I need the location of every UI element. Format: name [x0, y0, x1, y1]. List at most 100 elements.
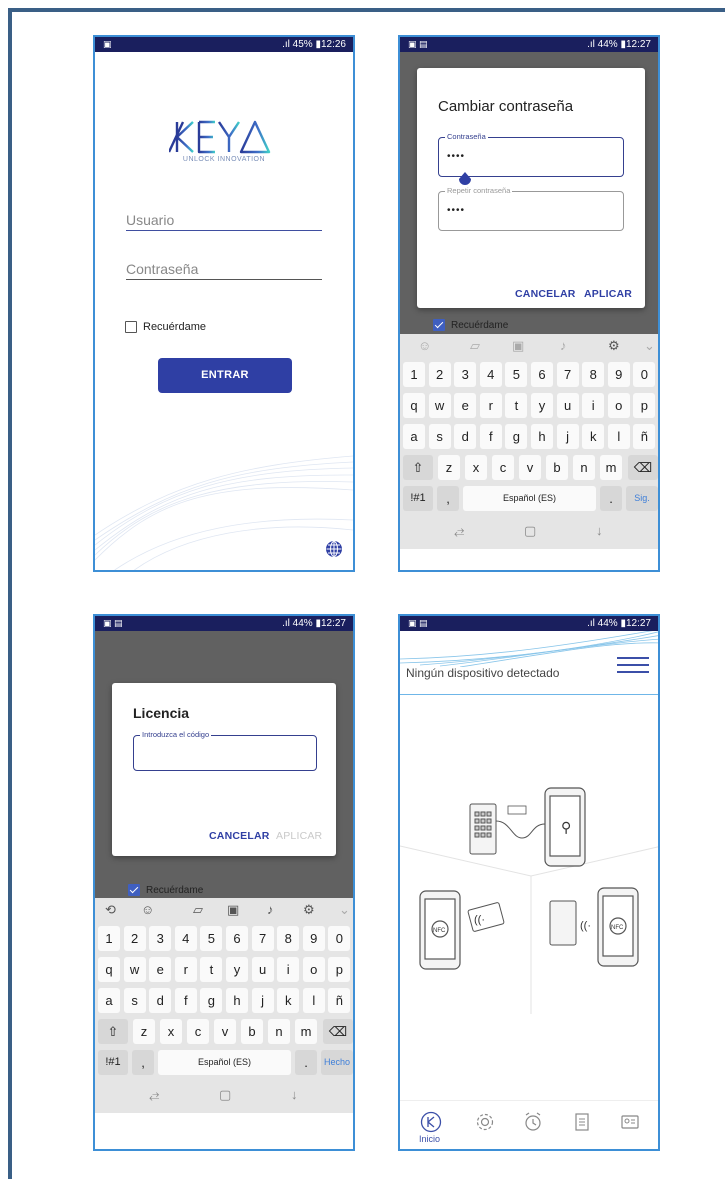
key-e[interactable]: e — [454, 393, 477, 418]
shift-key[interactable]: ⇧ — [403, 455, 433, 480]
key-q[interactable]: q — [98, 957, 120, 982]
remember-checkbox[interactable] — [128, 884, 140, 896]
tab-home-label[interactable]: Inicio — [419, 1134, 440, 1144]
emoji-icon[interactable]: ☺ — [418, 338, 431, 353]
comma-key[interactable]: , — [437, 486, 459, 511]
home-square-icon[interactable]: ▢ — [524, 523, 536, 539]
cursor-handle-icon[interactable] — [458, 172, 472, 186]
remember-checkbox[interactable] — [433, 319, 445, 331]
key-n[interactable]: n — [573, 455, 595, 480]
key-i[interactable]: i — [582, 393, 605, 418]
key-v[interactable]: v — [519, 455, 541, 480]
key-s[interactable]: s — [123, 988, 146, 1013]
key-2[interactable]: 2 — [428, 362, 451, 387]
key-v[interactable]: v — [214, 1019, 236, 1044]
key-u[interactable]: u — [556, 393, 579, 418]
key-1[interactable]: 1 — [403, 362, 425, 387]
chevron-down-icon[interactable]: ⌄ — [339, 902, 350, 918]
key-4[interactable]: 4 — [174, 926, 197, 951]
recent-apps-icon[interactable]: ⥄ — [149, 1087, 159, 1103]
key-q[interactable]: q — [403, 393, 425, 418]
translate-icon[interactable]: ⟲ — [105, 902, 116, 918]
password-field[interactable]: Contraseña •••• — [438, 132, 624, 177]
key-9[interactable]: 9 — [607, 362, 630, 387]
key-0[interactable]: 0 — [633, 362, 656, 387]
remember-checkbox-row[interactable]: Recuérdame — [128, 884, 203, 896]
period-key[interactable]: . — [295, 1050, 317, 1075]
key-a[interactable]: a — [98, 988, 120, 1013]
symbols-key[interactable]: !#1 — [403, 486, 433, 511]
id-card-icon[interactable] — [619, 1111, 641, 1133]
gif-icon[interactable]: ▣ — [512, 338, 524, 354]
key-0[interactable]: 0 — [328, 926, 351, 951]
key-j[interactable]: j — [556, 424, 579, 449]
key-d[interactable]: d — [149, 988, 172, 1013]
key-i[interactable]: i — [277, 957, 300, 982]
back-arrow-icon[interactable]: ↓ — [596, 523, 603, 538]
key-x[interactable]: x — [160, 1019, 182, 1044]
username-input[interactable]: Usuario — [126, 209, 322, 231]
space-key[interactable]: Español (ES) — [463, 486, 596, 511]
recent-apps-icon[interactable]: ⥄ — [454, 523, 464, 539]
remember-checkbox[interactable] — [125, 321, 137, 333]
key-3[interactable]: 3 — [149, 926, 172, 951]
key-g[interactable]: g — [200, 988, 223, 1013]
key-l[interactable]: l — [607, 424, 630, 449]
key-b[interactable]: b — [546, 455, 568, 480]
key-m[interactable]: m — [295, 1019, 317, 1044]
list-icon[interactable] — [571, 1111, 593, 1133]
key-y[interactable]: y — [226, 957, 248, 982]
globe-icon[interactable] — [325, 540, 343, 558]
key-3[interactable]: 3 — [454, 362, 477, 387]
alarm-icon[interactable] — [522, 1111, 544, 1133]
symbols-key[interactable]: !#1 — [98, 1050, 128, 1075]
gear-icon[interactable] — [474, 1111, 496, 1133]
key-2[interactable]: 2 — [123, 926, 146, 951]
key-c[interactable]: c — [492, 455, 514, 480]
key-t[interactable]: t — [505, 393, 528, 418]
key-a[interactable]: a — [403, 424, 425, 449]
key-p[interactable]: p — [633, 393, 656, 418]
key-c[interactable]: c — [187, 1019, 209, 1044]
remember-checkbox-row[interactable]: Recuérdame — [433, 319, 508, 331]
home-logo-icon[interactable] — [420, 1111, 442, 1133]
key-f[interactable]: f — [479, 424, 502, 449]
key-x[interactable]: x — [465, 455, 487, 480]
comma-key[interactable]: , — [132, 1050, 154, 1075]
key-g[interactable]: g — [505, 424, 528, 449]
gif-icon[interactable]: ▣ — [227, 902, 239, 918]
key-6[interactable]: 6 — [531, 362, 553, 387]
password-input[interactable]: Contraseña — [126, 258, 322, 280]
key-r[interactable]: r — [479, 393, 502, 418]
cancel-button[interactable]: CANCELAR — [515, 288, 576, 300]
key-e[interactable]: e — [149, 957, 172, 982]
home-square-icon[interactable]: ▢ — [219, 1087, 231, 1103]
key-f[interactable]: f — [174, 988, 197, 1013]
key-h[interactable]: h — [531, 424, 553, 449]
key-d[interactable]: d — [454, 424, 477, 449]
key-5[interactable]: 5 — [200, 926, 223, 951]
apply-button[interactable]: APLICAR — [584, 288, 632, 300]
key-ñ[interactable]: ñ — [328, 988, 351, 1013]
key-h[interactable]: h — [226, 988, 248, 1013]
key-k[interactable]: k — [277, 988, 300, 1013]
done-key[interactable]: Hecho — [321, 1050, 353, 1075]
key-7[interactable]: 7 — [251, 926, 274, 951]
mic-icon[interactable]: ♪ — [560, 338, 567, 353]
key-w[interactable]: w — [123, 957, 146, 982]
key-8[interactable]: 8 — [582, 362, 605, 387]
back-arrow-icon[interactable]: ↓ — [291, 1087, 298, 1102]
key-p[interactable]: p — [328, 957, 351, 982]
backspace-key[interactable]: ⌫ — [323, 1019, 353, 1044]
gear-icon[interactable]: ⚙ — [608, 338, 620, 354]
key-ñ[interactable]: ñ — [633, 424, 656, 449]
remember-checkbox-row[interactable]: Recuérdame — [125, 321, 206, 333]
enter-button[interactable]: ENTRAR — [158, 358, 292, 393]
key-m[interactable]: m — [600, 455, 622, 480]
emoji-icon[interactable]: ☺ — [141, 902, 154, 917]
cancel-button[interactable]: CANCELAR — [209, 830, 270, 842]
hamburger-menu-icon[interactable] — [617, 657, 649, 673]
space-key[interactable]: Español (ES) — [158, 1050, 291, 1075]
key-9[interactable]: 9 — [302, 926, 325, 951]
key-z[interactable]: z — [438, 455, 460, 480]
